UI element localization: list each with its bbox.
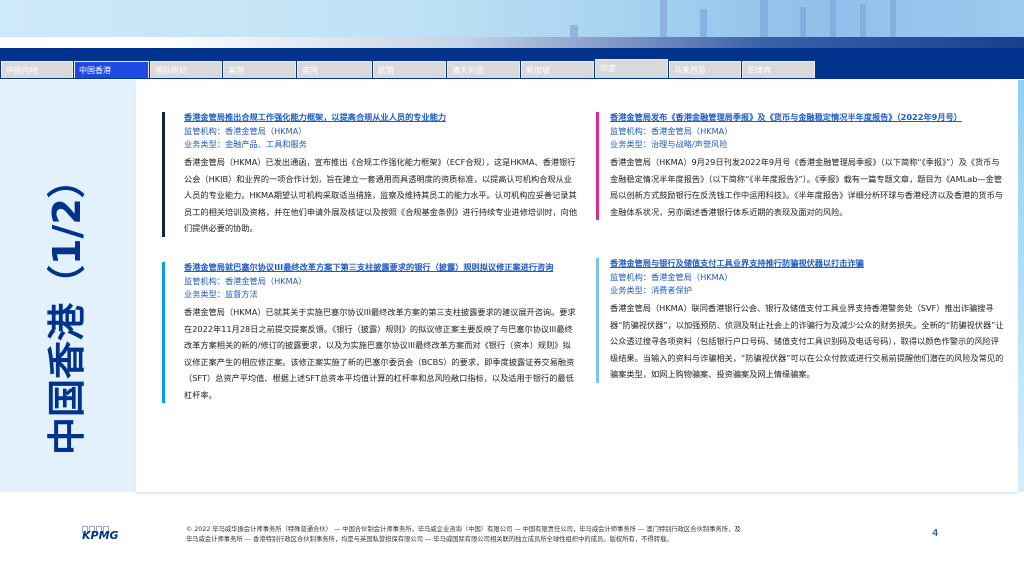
article-title-link[interactable]: 香港金管局推出合规工作强化能力框架，以提高合规从业人员的专业能力 — [184, 112, 577, 123]
article-regulator: 监管机构：香港金管局（HKMA） — [184, 276, 307, 286]
article-accent-bar — [162, 262, 165, 403]
article-type: 业务类型：治理与战略/声誉风险 — [610, 139, 728, 149]
article-regulator: 监管机构：香港金管局（HKMA） — [184, 126, 307, 136]
article-regulator: 监管机构：香港金管局（HKMA） — [610, 126, 733, 136]
tab-eu[interactable]: 欧盟 — [373, 61, 446, 78]
article-1: 香港金管局推出合规工作强化能力框架，以提高合规从业人员的专业能力 监管机构：香港… — [162, 112, 577, 237]
article-2: 香港金管局就巴塞尔协议III最终改革方案下第三支柱披露要求的银行（披露）规则拟议… — [162, 262, 577, 403]
article-body: 香港金管局（HKMA）已就其关于实施巴塞尔协议III最终改革方案的第三支柱披露要… — [184, 307, 576, 400]
footer-line-1: © 2022 毕马威华振会计师事务所（特殊普通合伙） — 中国合伙制会计师事务所… — [186, 526, 741, 533]
tab-uk[interactable]: 英国 — [297, 61, 372, 78]
footer-copyright: © 2022 毕马威华振会计师事务所（特殊普通合伙） — 中国合伙制会计师事务所… — [186, 525, 886, 545]
article-title-link[interactable]: 香港金管局发布《香港金融管理局季报》及《货币与金融稳定情况半年度报告》（2022… — [610, 112, 1004, 123]
tab-australia[interactable]: 澳大利亚 — [447, 61, 520, 78]
article-4: 香港金管局与银行及储值支付工具业界支持推行防骗视伏器以打击诈骗 监管机构：香港金… — [596, 258, 1004, 383]
article-regulator: 监管机构：香港金管局（HKMA） — [610, 272, 733, 282]
tab-international[interactable]: 国际组织 — [150, 61, 222, 78]
article-body: 香港金管局（HKMA）9月29日刊发2022年9月号《香港金融管理局季报》（以下… — [610, 157, 1003, 217]
article-accent-bar — [162, 112, 165, 237]
footer-line-2: 毕马威会计师事务所 — 香港特别行政区合伙制事务所，均是与英国私营担保有限公司 … — [186, 536, 673, 543]
article-accent-bar — [596, 112, 599, 220]
page-number: 4 — [932, 528, 939, 539]
page-title: 中国香港（1/2） — [45, 160, 89, 455]
tab-singapore[interactable]: 新加坡 — [521, 61, 594, 78]
right-edge — [1018, 80, 1024, 492]
article-type: 业务类型：消费者保护 — [610, 285, 692, 295]
tab-malaysia[interactable]: 马来西亚 — [669, 61, 741, 78]
article-3: 香港金管局发布《香港金融管理局季报》及《货币与金融稳定情况半年度报告》（2022… — [596, 112, 1004, 220]
article-body: 香港金管局（HKMA）已发出通函，宣布推出《合规工作强化能力框架》（ECF合规）… — [184, 157, 578, 233]
article-body: 香港金管局（HKMA）联同香港银行公会、银行及储值支付工具业界支持香港警务处（S… — [610, 303, 1004, 379]
article-accent-bar — [596, 258, 599, 383]
logo-text: KPMG — [82, 529, 119, 542]
tab-philippines[interactable]: 菲律宾 — [742, 61, 815, 78]
article-type: 业务类型：金融产品、工具和服务 — [184, 139, 307, 149]
article-type: 业务类型：监督方法 — [184, 289, 258, 299]
tab-india[interactable]: 印度 — [595, 59, 668, 78]
header-strip — [0, 37, 1024, 48]
tab-us[interactable]: 美国 — [223, 61, 296, 78]
article-title-link[interactable]: 香港金管局与银行及储值支付工具业界支持推行防骗视伏器以打击诈骗 — [610, 258, 1004, 269]
article-title-link[interactable]: 香港金管局就巴塞尔协议III最终改革方案下第三支柱披露要求的银行（披露）规则拟议… — [184, 262, 577, 273]
region-tabs: 中国内地 中国香港 国际组织 美国 英国 欧盟 澳大利亚 新加坡 印度 马来西亚… — [1, 59, 815, 78]
header-banner — [0, 0, 1024, 37]
kpmg-logo: KPMG — [82, 526, 119, 542]
